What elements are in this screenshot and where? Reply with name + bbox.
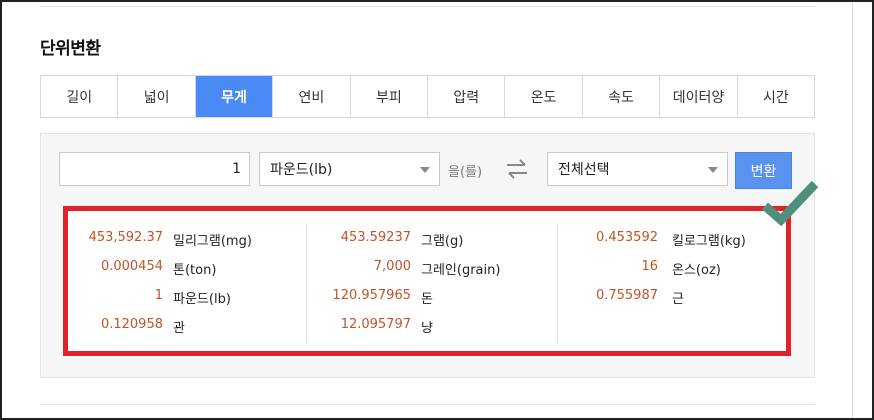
result-unit: 냥 — [421, 321, 433, 336]
result-unit: 온스(oz) — [672, 263, 721, 278]
result-unit: 돈 — [421, 292, 433, 307]
tab-volume[interactable]: 부피 — [350, 76, 429, 117]
tab-weight[interactable]: 무게 — [195, 76, 274, 117]
tab-length[interactable]: 길이 — [41, 76, 119, 117]
result-unit: 킬로그램(kg) — [672, 234, 746, 249]
result-item: 1 파운드(lb) — [63, 288, 231, 308]
result-item: 453.59237 그램(g) — [310, 230, 464, 250]
result-unit: 그레인(grain) — [421, 263, 501, 278]
result-item: 12.095797 냥 — [310, 317, 433, 337]
result-item: 0.000454 톤(ton) — [63, 259, 216, 279]
result-unit: 근 — [672, 292, 684, 307]
bottom-divider — [40, 404, 815, 405]
top-divider — [40, 6, 815, 7]
amount-input[interactable] — [59, 152, 250, 186]
connector-label: 을(를) — [448, 165, 483, 180]
tab-temperature[interactable]: 온도 — [505, 76, 583, 117]
result-value: 453.59237 — [340, 230, 411, 245]
result-value: 0.120958 — [100, 317, 163, 332]
result-value: 0.000454 — [100, 259, 163, 274]
tab-speed[interactable]: 속도 — [582, 76, 661, 117]
result-unit: 파운드(lb) — [173, 292, 231, 307]
result-item: 0.120958 관 — [63, 317, 185, 337]
result-value: 120.957965 — [332, 288, 411, 303]
result-value: 453,592.37 — [88, 230, 163, 245]
tab-pressure[interactable]: 압력 — [428, 76, 506, 117]
from-unit-label: 파운드(lb) — [270, 162, 333, 178]
page-title: 단위변환 — [40, 39, 101, 59]
swap-arrows-icon[interactable] — [505, 158, 529, 180]
result-value: 16 — [641, 259, 658, 274]
result-unit: 그램(g) — [421, 234, 464, 249]
chevron-down-icon — [708, 167, 718, 173]
result-item: 7,000 그레인(grain) — [310, 259, 501, 279]
tab-data-amount[interactable]: 데이터양 — [660, 76, 738, 117]
results-column-divider — [306, 224, 307, 344]
result-item: 453,592.37 밀리그램(mg) — [63, 230, 252, 250]
result-item: 16 온스(oz) — [560, 259, 720, 279]
result-item: 0.453592 킬로그램(kg) — [560, 230, 746, 250]
result-item: 120.957965 돈 — [310, 288, 433, 308]
check-mark-icon — [762, 180, 819, 227]
result-item: 0.755987 근 — [560, 288, 684, 308]
tab-fuel-efficiency[interactable]: 연비 — [273, 76, 351, 117]
right-divider — [852, 0, 853, 420]
result-unit: 밀리그램(mg) — [173, 234, 252, 249]
result-unit: 관 — [173, 321, 185, 336]
chevron-down-icon — [420, 167, 430, 173]
to-unit-select[interactable]: 전체선택 — [547, 152, 728, 186]
tab-time[interactable]: 시간 — [737, 76, 815, 117]
results-column-divider — [557, 224, 558, 344]
to-unit-label: 전체선택 — [558, 162, 610, 178]
category-tabs: 길이 넓이 무게 연비 부피 압력 온도 속도 데이터양 시간 — [40, 75, 815, 118]
from-unit-select[interactable]: 파운드(lb) — [259, 152, 440, 186]
result-value: 0.453592 — [595, 230, 658, 245]
result-value: 1 — [154, 288, 163, 303]
result-value: 12.095797 — [340, 317, 411, 332]
result-unit: 톤(ton) — [173, 263, 217, 278]
tab-area[interactable]: 넓이 — [118, 76, 196, 117]
result-value: 7,000 — [373, 259, 411, 274]
result-value: 0.755987 — [595, 288, 658, 303]
